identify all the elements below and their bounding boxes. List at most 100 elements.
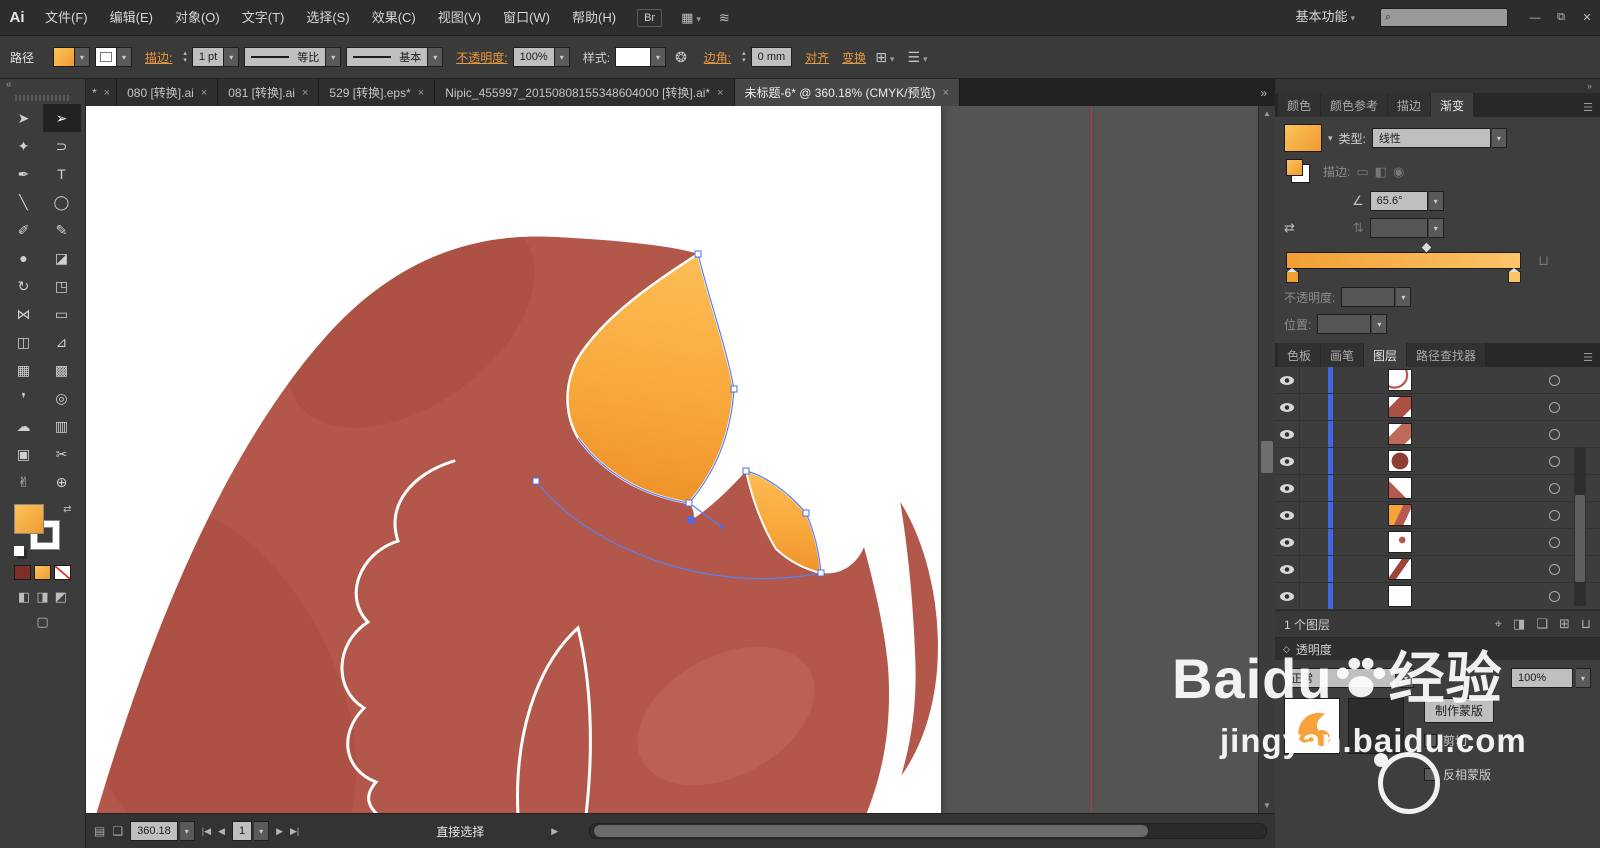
document-tab[interactable]: Nipic_455997_20150808155348604000 [转换].a… bbox=[435, 79, 735, 106]
scroll-down-icon[interactable]: ▼ bbox=[1259, 798, 1275, 813]
layer-target-icon[interactable] bbox=[1549, 563, 1560, 575]
none-button[interactable] bbox=[54, 565, 71, 580]
draw-behind-icon[interactable]: ◨ bbox=[36, 589, 48, 605]
pencil-tool[interactable]: ✎ bbox=[43, 216, 81, 244]
align-panel-link[interactable]: 对齐 bbox=[805, 49, 829, 66]
screen-mode-icon[interactable]: ▢ bbox=[36, 614, 48, 630]
shape-builder-tool[interactable]: ◫ bbox=[5, 328, 43, 356]
close-tab-icon[interactable]: × bbox=[418, 87, 424, 99]
menu-window[interactable]: 窗口(W) bbox=[492, 0, 561, 35]
toolbar-collapse-icon[interactable]: « bbox=[0, 79, 85, 94]
scale-tool[interactable]: ◳ bbox=[43, 272, 81, 300]
gradient-bar[interactable] bbox=[1286, 252, 1521, 269]
align-options-icon[interactable]: ⊞ ▾ bbox=[871, 49, 898, 66]
style-dropdown[interactable] bbox=[615, 47, 652, 67]
column-graph-tool[interactable]: ▥ bbox=[43, 412, 81, 440]
document-tab[interactable]: 529 [转换].eps* × bbox=[319, 79, 436, 106]
stroke-gradient-along-icon[interactable]: ◧ bbox=[1375, 164, 1387, 180]
chevron-down-icon[interactable]: ▾ bbox=[554, 47, 570, 67]
layer-target-icon[interactable] bbox=[1549, 590, 1560, 602]
close-button[interactable]: ✕ bbox=[1574, 11, 1600, 24]
visibility-eye-icon[interactable] bbox=[1275, 529, 1300, 555]
opacity-panel-link[interactable]: 不透明度: bbox=[456, 49, 507, 66]
menu-help[interactable]: 帮助(H) bbox=[561, 0, 627, 35]
clip-checkbox[interactable] bbox=[1424, 734, 1437, 747]
layer-row[interactable] bbox=[1275, 556, 1600, 583]
menu-select[interactable]: 选择(S) bbox=[295, 0, 360, 35]
collapse-panels-icon[interactable]: » bbox=[1275, 79, 1600, 93]
eyedropper-tool[interactable]: ❜ bbox=[5, 384, 43, 412]
document-tab-partial[interactable]: * × bbox=[86, 79, 118, 106]
chevron-down-icon[interactable]: ▾ bbox=[254, 821, 270, 841]
layer-row[interactable] bbox=[1275, 475, 1600, 502]
layers-scrollbar[interactable] bbox=[1574, 447, 1586, 606]
menu-file[interactable]: 文件(F) bbox=[34, 0, 99, 35]
line-tool[interactable]: ╲ bbox=[5, 188, 43, 216]
fill-swatch[interactable] bbox=[13, 504, 44, 534]
scroll-left-icon[interactable]: ▶ bbox=[551, 826, 558, 837]
transparency-opacity-field[interactable]: 100% bbox=[1511, 668, 1573, 688]
corner-stepper[interactable]: ▴ ▾ bbox=[742, 50, 746, 64]
visibility-eye-icon[interactable] bbox=[1275, 475, 1300, 501]
visibility-eye-icon[interactable] bbox=[1275, 583, 1300, 609]
gradient-stop-right[interactable] bbox=[1508, 268, 1521, 283]
horizontal-scroll-thumb[interactable] bbox=[594, 825, 1149, 837]
chevron-down-icon[interactable]: ▾ bbox=[179, 821, 195, 841]
close-tab-icon[interactable]: × bbox=[942, 87, 948, 99]
corner-field[interactable]: 0 mm bbox=[750, 47, 793, 67]
blend-tool[interactable]: ◎ bbox=[43, 384, 81, 412]
menu-type[interactable]: 文字(T) bbox=[231, 0, 296, 35]
layer-target-icon[interactable] bbox=[1549, 455, 1560, 467]
close-tab-icon[interactable]: × bbox=[104, 87, 110, 99]
cs-live-icon[interactable]: ≋ bbox=[710, 10, 739, 26]
workspace-switcher[interactable]: 基本功能 ▾ bbox=[1284, 0, 1366, 36]
gradient-button[interactable] bbox=[34, 565, 51, 580]
perspective-grid-tool[interactable]: ⊿ bbox=[43, 328, 81, 356]
gradient-slider[interactable]: ⊔ bbox=[1286, 241, 1549, 283]
delete-layer-icon[interactable]: ⊔ bbox=[1581, 616, 1591, 632]
layer-target-icon[interactable] bbox=[1549, 536, 1560, 548]
layer-row[interactable] bbox=[1275, 529, 1600, 556]
artboard-tool[interactable]: ▣ bbox=[5, 440, 43, 468]
tab-stroke[interactable]: 描边 bbox=[1388, 93, 1431, 117]
layer-row[interactable] bbox=[1275, 502, 1600, 529]
visibility-eye-icon[interactable] bbox=[1275, 556, 1300, 582]
stroke-gradient-within-icon[interactable]: ▭ bbox=[1356, 164, 1368, 180]
layer-target-icon[interactable] bbox=[1549, 482, 1560, 494]
close-tab-icon[interactable]: × bbox=[201, 87, 207, 99]
visibility-eye-icon[interactable] bbox=[1275, 421, 1300, 447]
selection-tool[interactable]: ➤ bbox=[5, 104, 43, 132]
chevron-down-icon[interactable]: ▾ bbox=[651, 47, 667, 67]
tab-color[interactable]: 颜色 bbox=[1278, 93, 1321, 117]
chevron-down-icon[interactable]: ▾ bbox=[224, 47, 240, 67]
layer-thumbnail[interactable] bbox=[1388, 423, 1412, 445]
tab-layers[interactable]: 图层 bbox=[1364, 343, 1407, 367]
layer-target-icon[interactable] bbox=[1549, 428, 1560, 440]
slice-tool[interactable]: ✂ bbox=[43, 440, 81, 468]
new-sublayer-icon[interactable]: ❏ bbox=[1536, 616, 1548, 632]
document-tab[interactable]: 081 [转换].ai × bbox=[218, 79, 320, 106]
layer-thumbnail[interactable] bbox=[1388, 396, 1412, 418]
reverse-gradient-icon[interactable]: ⇄ bbox=[1284, 220, 1295, 236]
mask-thumbnail[interactable] bbox=[1348, 698, 1404, 754]
minimize-button[interactable]: — bbox=[1522, 12, 1548, 24]
status-folder-icon[interactable]: ❏ bbox=[112, 824, 123, 838]
color-button[interactable] bbox=[14, 565, 31, 580]
layer-target-icon[interactable] bbox=[1549, 374, 1560, 386]
arrange-documents-icon[interactable]: ▦ ▾ bbox=[672, 10, 710, 26]
search-input[interactable]: ⌕ bbox=[1380, 8, 1508, 27]
layer-thumbnail[interactable] bbox=[1388, 558, 1412, 580]
chevron-down-icon[interactable]: ▾ bbox=[1328, 133, 1333, 144]
make-clip-mask-icon[interactable]: ◨ bbox=[1513, 616, 1525, 632]
gradient-stop-left[interactable] bbox=[1286, 268, 1299, 283]
layer-row[interactable] bbox=[1275, 583, 1600, 610]
horizontal-scrollbar[interactable] bbox=[589, 823, 1267, 839]
layer-row[interactable] bbox=[1275, 394, 1600, 421]
symbol-sprayer-tool[interactable]: ☁ bbox=[5, 412, 43, 440]
vertical-scroll-thumb[interactable] bbox=[1261, 441, 1273, 473]
tab-gradient[interactable]: 渐变 bbox=[1431, 93, 1474, 117]
layer-row[interactable] bbox=[1275, 367, 1600, 394]
close-tab-icon[interactable]: × bbox=[302, 87, 308, 99]
visibility-eye-icon[interactable] bbox=[1275, 448, 1300, 474]
blob-brush-tool[interactable]: ● bbox=[5, 244, 43, 272]
